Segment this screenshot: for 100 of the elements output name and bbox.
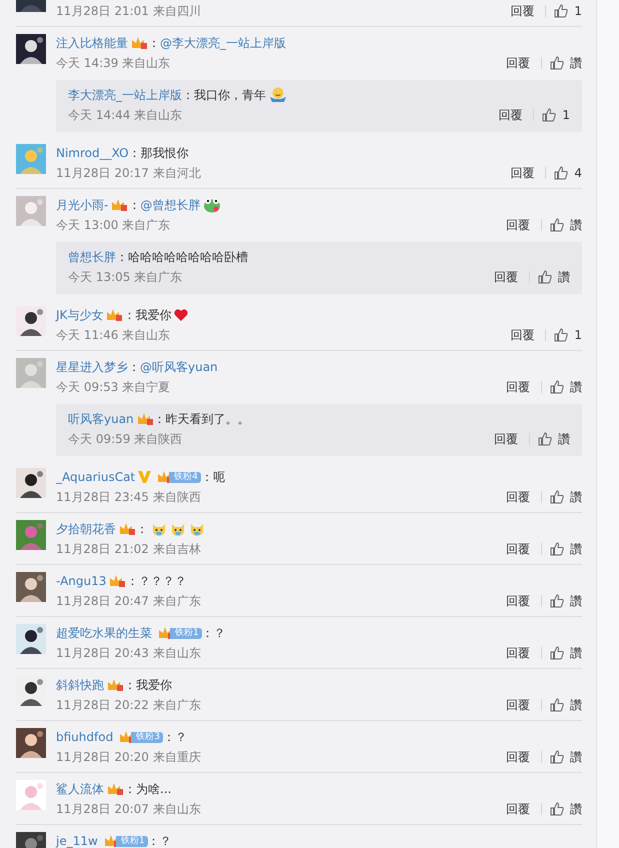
verified-icon [138,471,152,483]
crown-icon [109,574,126,588]
comment-text: ：？ [202,624,226,642]
frog-emoji-icon [203,197,222,213]
reply-link[interactable]: 回覆 [506,378,530,396]
user-name[interactable]: 超爱吃水果的生菜 [56,624,152,642]
comment-meta: 11月28日 20:22 来自广东 [56,696,202,714]
comment-text: ：那我恨你 [128,144,189,162]
thumbs-up-icon [550,594,564,608]
fan-badge: 铁粉4 [169,472,201,482]
comment-meta: 11月28日 23:45 来自陕西 [56,488,202,506]
reply-link[interactable]: 回覆 [494,268,518,286]
user-name[interactable]: 星星进入梦乡 [56,358,128,376]
like-button[interactable]: 讚 [550,488,582,506]
reply-link[interactable]: 回覆 [506,540,530,558]
comment-meta: 今天 14:44 来自山东 [68,106,184,124]
comment-meta: 11月28日 20:07 来自山东 [56,800,202,818]
reply-link[interactable]: 回覆 [510,2,534,20]
thumbs-up-icon [550,698,564,712]
thumbs-up-icon [554,4,568,18]
user-name[interactable]: 夕拾朝花香 [56,520,116,538]
comment-meta: 今天 09:59 来自陕西 [68,430,184,448]
user-name[interactable]: 斜斜快跑 [56,676,104,694]
crown-icon [106,308,124,322]
user-name[interactable]: 鲨人流体 [56,780,104,798]
user-name[interactable]: 注入比格能量 [56,34,128,52]
like-button[interactable]: 讚 [550,696,582,714]
reply-link[interactable]: 回覆 [506,54,530,72]
thumbs-up-icon [550,218,564,232]
comment-meta: 今天 11:46 来自山东 [56,326,172,344]
like-button[interactable]: 讚 [538,268,570,286]
mention-link[interactable]: @曾想长胖 [140,196,200,214]
crown-icon [136,412,154,426]
comment-text: ：昨天看到了。。 [154,410,250,428]
fan-badge: 铁粉1 [116,836,148,846]
like-button[interactable]: 讚 [550,748,582,766]
like-button[interactable]: 1 [542,108,570,122]
comment-text: ：我爱你 [124,676,172,694]
reply-link[interactable]: 回覆 [506,696,530,714]
comment-meta: 11月28日 20:43 来自山东 [56,644,202,662]
comment-text: ： [148,34,160,52]
comment-meta: 11月28日 21:02 来自吉林 [56,540,202,558]
reply-link[interactable]: 回覆 [498,106,522,124]
smiley-emoji-icon [269,87,287,103]
reply-link[interactable]: 回覆 [506,488,530,506]
user-name[interactable]: 李大漂亮_一站上岸版 [68,86,182,104]
like-button[interactable]: 讚 [550,216,582,234]
user-name[interactable]: 听风客yuan [68,410,134,428]
reply-link[interactable]: 回覆 [506,800,530,818]
like-button[interactable]: 讚 [550,644,582,662]
comment-text: ： [136,520,148,538]
comment-text: ：哈哈哈哈哈哈哈哈卧槽 [116,248,248,266]
user-name[interactable]: -Angu13 [56,574,106,588]
thumbs-up-icon [550,646,564,660]
comment-text: ：我口你，青年 [182,86,266,104]
cat-emoji-icon [151,521,167,537]
crown-icon [107,782,124,796]
cat-emoji-icon [170,521,186,537]
like-button[interactable]: 讚 [550,54,582,72]
like-button[interactable]: 讚 [550,592,582,610]
comment-meta: 今天 13:05 来自广东 [68,268,184,286]
like-button[interactable]: 讚 [550,378,582,396]
user-name[interactable]: _AquariusCat [56,470,136,484]
user-name[interactable]: je_11w [56,834,98,848]
like-button[interactable]: 讚 [538,430,570,448]
user-name[interactable]: JK与少女 [56,306,104,324]
user-name[interactable]: bfiuhdfod [56,730,114,744]
like-button[interactable]: 1 [554,4,582,18]
comment-text: ：呃 [200,468,225,486]
comment-meta: 11月28日 20:47 来自广东 [56,592,202,610]
reply-link[interactable]: 回覆 [494,430,518,448]
reply-link[interactable]: 回覆 [510,164,534,182]
like-button[interactable]: 1 [554,328,582,342]
thumbs-up-icon [550,56,564,70]
reply-link[interactable]: 回覆 [506,748,530,766]
user-name[interactable]: 曾想长胖 [68,248,116,266]
like-button[interactable]: 讚 [550,540,582,558]
cat-emoji-icon [189,521,205,537]
crown-icon [119,522,136,536]
thumbs-up-icon [550,490,564,504]
mention-link[interactable]: @听风客yuan [140,358,218,376]
reply-link[interactable]: 回覆 [506,592,530,610]
reply-link[interactable]: 回覆 [506,216,530,234]
thumbs-up-icon [550,802,564,816]
comment-meta: 11月28日 20:17 来自河北 [56,164,202,182]
reply-link[interactable]: 回覆 [506,644,530,662]
thumbs-up-icon [550,750,564,764]
like-button[interactable]: 4 [554,166,582,180]
thumbs-up-icon [542,108,556,122]
crown-icon [107,678,124,692]
thumbs-up-icon [550,380,564,394]
thumbs-up-icon [554,328,568,342]
mention-link[interactable]: @李大漂亮_一站上岸版 [160,34,286,52]
user-name[interactable]: 月光小雨- [56,196,108,214]
like-button[interactable]: 讚 [550,800,582,818]
user-name[interactable]: Nimrod__XO [56,146,129,160]
fan-badge: 铁粉3 [131,732,163,742]
reply-link[interactable]: 回覆 [510,326,534,344]
comment-meta: 今天 14:39 来自山东 [56,54,172,72]
comment-meta: 今天 13:00 来自广东 [56,216,172,234]
